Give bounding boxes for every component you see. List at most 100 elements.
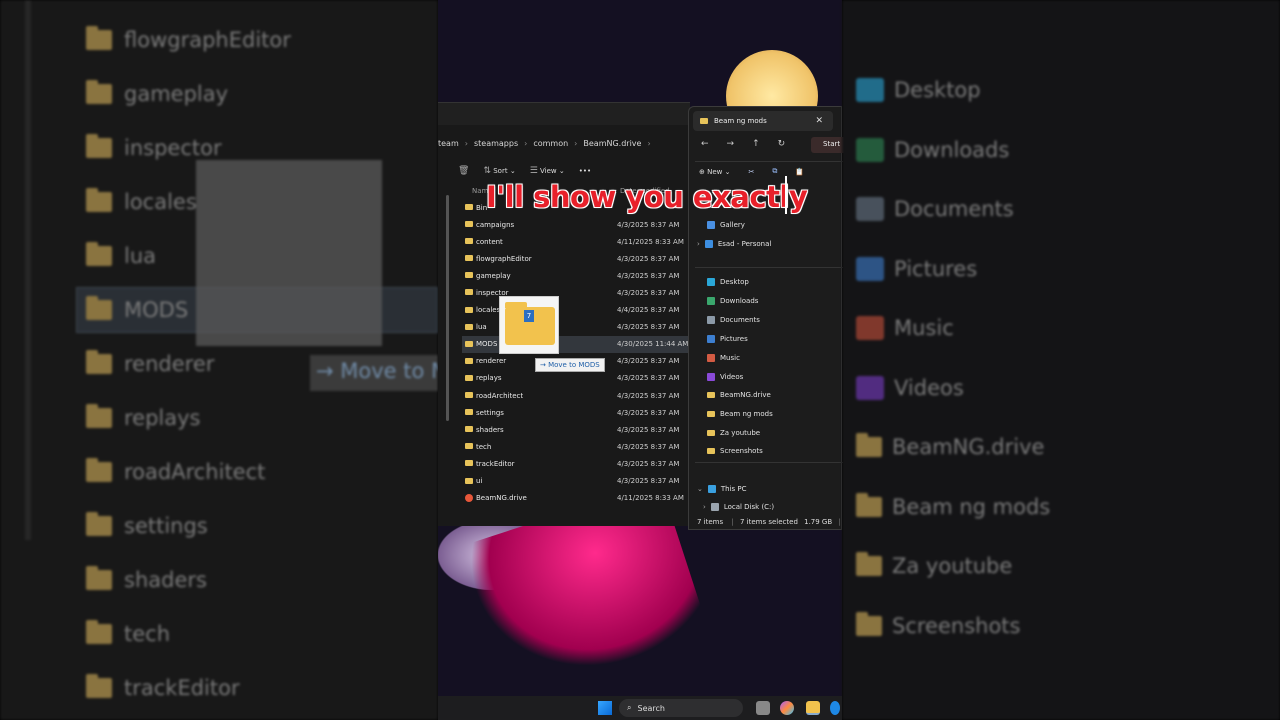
navigation-buttons: ← → ↑ ↻ <box>701 139 785 149</box>
breadcrumb: team › steamapps › common › BeamNG.drive… <box>438 133 651 153</box>
chevron-right-icon[interactable]: › <box>703 503 706 511</box>
right-item-label: BeamNG.drive <box>892 435 1045 459</box>
nav-item[interactable]: Gallery <box>707 217 745 233</box>
desktop-icon <box>707 278 715 286</box>
window-titlebar <box>438 103 690 125</box>
nav-item[interactable]: ⌄ This PC <box>697 481 747 497</box>
right-item-label: Desktop <box>894 78 981 102</box>
window-tab[interactable]: Beam ng mods ✕ <box>693 111 833 131</box>
nav-item[interactable]: › Esad - Personal <box>697 236 771 252</box>
nav-item[interactable]: Music <box>707 350 740 366</box>
seven-zip-badge: 7 <box>524 310 534 322</box>
right-list-item: Screenshots <box>856 606 1020 646</box>
file-row[interactable]: gameplay 4/3/2025 8:37 AM <box>462 267 690 284</box>
file-date: 4/30/2025 11:44 AM <box>617 340 689 349</box>
move-to-tooltip: → Move to MODS <box>535 358 605 372</box>
file-row[interactable]: shaders 4/3/2025 8:37 AM <box>462 421 690 438</box>
new-button[interactable]: ⊕ New ⌄ <box>699 168 731 176</box>
nav-item[interactable]: Pictures <box>707 331 748 347</box>
file-name: tech <box>476 442 492 451</box>
left-item-label: renderer <box>124 352 215 376</box>
file-row[interactable]: settings 4/3/2025 8:37 AM <box>462 404 690 421</box>
up-icon[interactable]: ↑ <box>752 139 760 149</box>
nav-item[interactable]: Desktop <box>707 274 749 290</box>
nav-item[interactable]: › Local Disk (C:) <box>703 499 774 515</box>
view-button[interactable]: ☰ View ⌄ <box>530 166 565 176</box>
file-row[interactable]: MODS 4/30/2025 11:44 AM <box>462 335 690 353</box>
breadcrumb-item[interactable]: common <box>533 139 568 148</box>
chevron-down-icon[interactable]: ⌄ <box>697 485 703 493</box>
file-row[interactable]: BeamNG.drive 4/11/2025 8:33 AM <box>462 490 690 507</box>
windows-start-icon[interactable] <box>598 701 612 715</box>
close-icon[interactable]: ✕ <box>815 111 823 131</box>
more-options-button[interactable]: ••• <box>579 167 591 175</box>
file-row[interactable]: flowgraphEditor 4/3/2025 8:37 AM <box>462 250 690 267</box>
nav-item-label: Za youtube <box>720 429 761 437</box>
delete-icon[interactable]: 🗑 <box>458 166 469 176</box>
folder-icon <box>707 392 715 398</box>
file-name: content <box>476 237 503 246</box>
right-item-label: Music <box>894 316 954 340</box>
chevron-down-icon: ⌄ <box>509 167 516 175</box>
view-label: View <box>540 167 557 175</box>
copy-icon[interactable]: ⧉ <box>772 167 777 176</box>
nav-item[interactable]: BeamNG.drive <box>707 387 771 403</box>
file-row[interactable]: content 4/11/2025 8:33 AM <box>462 233 690 250</box>
nav-item-label: Esad - Personal <box>717 240 772 248</box>
breadcrumb-item[interactable]: BeamNG.drive <box>583 139 641 148</box>
task-view-icon[interactable] <box>756 701 770 715</box>
nav-item[interactable]: Videos <box>707 369 743 385</box>
paste-icon[interactable]: 📋 <box>795 168 804 176</box>
download-icon <box>856 137 884 162</box>
nav-item[interactable]: Documents <box>707 312 760 328</box>
sort-button[interactable]: ⇅ Sort ⌄ <box>483 166 515 176</box>
chevron-right-icon[interactable]: › <box>697 240 700 248</box>
file-date: 4/3/2025 8:37 AM <box>617 220 680 229</box>
right-list-item: Desktop <box>856 70 981 110</box>
folder-icon <box>86 674 112 698</box>
left-list-item: settings <box>86 506 208 546</box>
folder-icon <box>86 188 112 212</box>
nav-item[interactable]: Za youtube <box>707 425 760 441</box>
left-item-label: gameplay <box>124 82 229 106</box>
breadcrumb-item[interactable]: steamapps <box>474 139 518 148</box>
right-list-item: Music <box>856 308 954 348</box>
folder-icon <box>86 512 112 536</box>
file-row[interactable]: replays 4/3/2025 8:37 AM <box>462 370 690 387</box>
taskbar-search[interactable]: ⌕ Search <box>619 699 743 717</box>
nav-item-label: Desktop <box>720 278 749 286</box>
edge-icon[interactable] <box>830 701 840 715</box>
file-row[interactable]: roadArchitect 4/3/2025 8:37 AM <box>462 387 690 404</box>
file-date: 4/11/2025 8:33 AM <box>617 494 684 503</box>
file-row[interactable]: inspector 4/3/2025 8:37 AM <box>462 284 690 301</box>
forward-icon[interactable]: → <box>727 139 735 149</box>
folder-icon <box>465 255 473 262</box>
file-row[interactable]: locales 4/4/2025 8:37 AM <box>462 302 690 319</box>
right-list-item: Documents <box>856 189 1014 229</box>
back-icon[interactable]: ← <box>701 139 709 149</box>
chevron-down-icon: ⌄ <box>724 167 731 176</box>
disk-icon <box>710 503 719 511</box>
file-row[interactable]: lua 4/3/2025 8:37 AM <box>462 319 690 336</box>
file-row[interactable]: trackEditor 4/3/2025 8:37 AM <box>462 455 690 472</box>
file-row[interactable]: ui 4/3/2025 8:37 AM <box>462 473 690 490</box>
right-list-item: BeamNG.drive <box>856 427 1044 467</box>
file-explorer-icon[interactable] <box>806 701 820 715</box>
copilot-icon[interactable] <box>780 701 794 715</box>
file-row[interactable]: campaigns 4/3/2025 8:37 AM <box>462 216 690 233</box>
nav-item[interactable]: Screenshots <box>707 443 763 459</box>
refresh-icon[interactable]: ↻ <box>778 139 786 149</box>
cut-icon[interactable]: ✂ <box>749 168 755 176</box>
status-item-count: 7 items <box>697 518 724 526</box>
nav-item[interactable]: Beam ng mods <box>707 406 773 422</box>
folder-icon <box>465 221 473 228</box>
file-row[interactable]: tech 4/3/2025 8:37 AM <box>462 438 690 455</box>
nav-item[interactable]: Downloads <box>707 293 758 309</box>
status-selected-count: 7 items selected <box>739 518 798 526</box>
scrollbar[interactable] <box>446 195 449 421</box>
file-date: 4/3/2025 8:37 AM <box>617 442 680 451</box>
breadcrumb-item[interactable]: team <box>438 139 459 148</box>
file-name: replays <box>476 374 502 383</box>
folder-icon <box>86 80 112 104</box>
folder-icon <box>856 492 882 517</box>
